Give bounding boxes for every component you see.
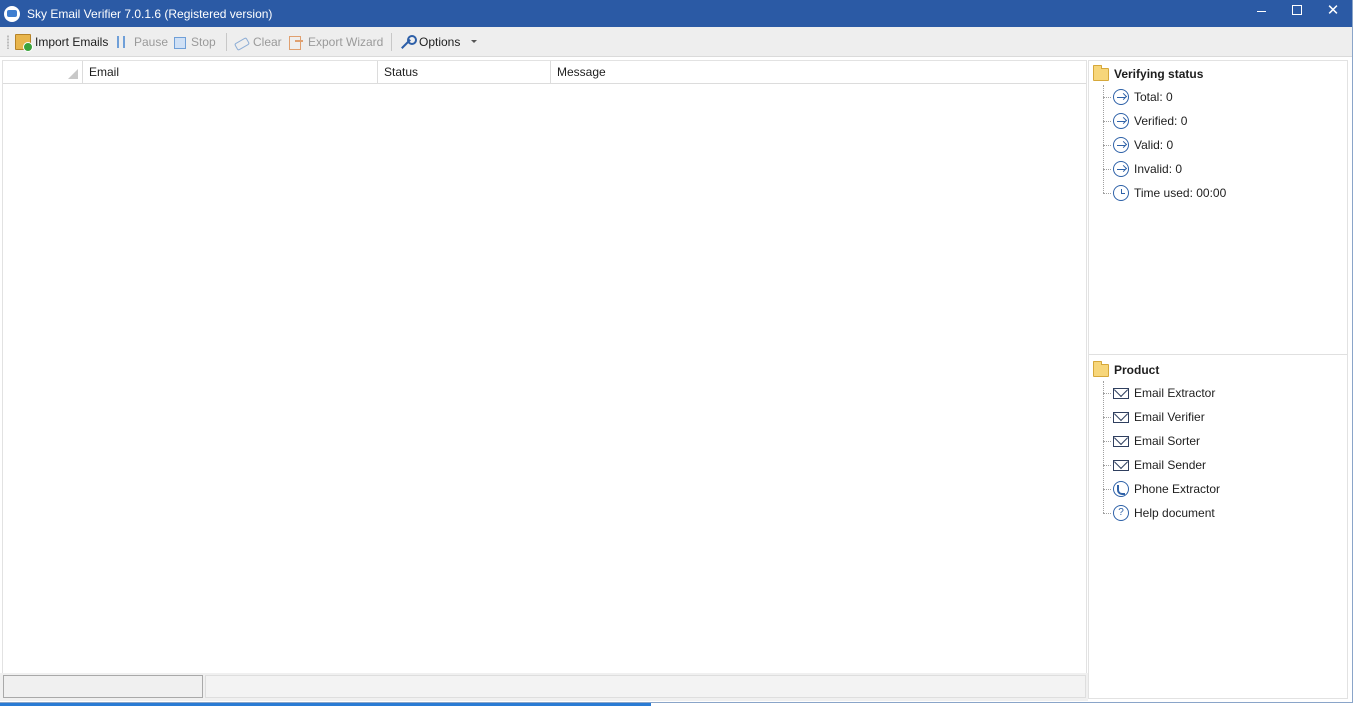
- column-header-message[interactable]: Message: [551, 61, 1086, 84]
- chevron-down-icon[interactable]: [471, 40, 477, 43]
- pause-button[interactable]: Pause: [114, 32, 168, 52]
- clear-button[interactable]: Clear: [233, 32, 282, 52]
- status-item-label: Invalid: 0: [1134, 162, 1183, 176]
- column-header-status[interactable]: Status: [378, 61, 551, 84]
- product-group: Product Email Extractor Email Verifier E…: [1089, 357, 1347, 698]
- toolbar-separator: [391, 33, 392, 51]
- import-emails-button[interactable]: Import Emails: [15, 32, 108, 52]
- minimize-button[interactable]: [1243, 0, 1279, 24]
- arrow-circle-icon: [1113, 89, 1129, 105]
- row-indicator-header[interactable]: [3, 61, 83, 84]
- verifying-status-header[interactable]: Verifying status: [1093, 64, 1204, 82]
- close-button[interactable]: ✕: [1315, 0, 1351, 24]
- mail-icon: [1113, 457, 1129, 473]
- verifying-status-group: Verifying status Total: 0 Verified: 0 Va…: [1089, 61, 1347, 355]
- export-wizard-button[interactable]: Export Wizard: [288, 32, 383, 52]
- status-item-time-used[interactable]: Time used: 00:00: [1103, 184, 1226, 202]
- arrow-circle-icon: [1113, 137, 1129, 153]
- product-item-email-sender[interactable]: Email Sender: [1103, 456, 1206, 474]
- mail-icon: [1113, 433, 1129, 449]
- status-progress-panel: [3, 675, 203, 698]
- folder-icon: [1093, 360, 1109, 377]
- app-logo-icon: [4, 6, 20, 22]
- toolbar: Import Emails Pause Stop Clear Export Wi…: [0, 27, 1352, 57]
- product-item-email-verifier[interactable]: Email Verifier: [1103, 408, 1205, 426]
- options-label: Options: [419, 35, 461, 49]
- product-item-label: Phone Extractor: [1134, 482, 1221, 496]
- product-item-label: Email Sorter: [1134, 434, 1201, 448]
- options-button[interactable]: Options: [399, 32, 460, 52]
- product-item-label: Email Extractor: [1134, 386, 1216, 400]
- status-item-valid[interactable]: Valid: 0: [1103, 136, 1173, 154]
- minimize-icon: [1256, 10, 1266, 12]
- folder-icon: [1093, 64, 1109, 81]
- phone-icon: [1113, 481, 1129, 497]
- product-title: Product: [1114, 363, 1160, 377]
- export-icon: [288, 34, 304, 50]
- product-item-label: Email Verifier: [1134, 410, 1205, 424]
- arrow-circle-icon: [1113, 113, 1129, 129]
- product-item-email-extractor[interactable]: Email Extractor: [1103, 384, 1215, 402]
- mail-icon: [1113, 385, 1129, 401]
- import-envelope-icon: [15, 34, 33, 52]
- stop-icon: [171, 34, 187, 50]
- toolbar-grip-handle[interactable]: [7, 35, 9, 49]
- maximize-icon: [1292, 5, 1302, 16]
- status-item-label: Time used: 00:00: [1134, 186, 1227, 200]
- grid-header: Email Status Message: [3, 61, 1086, 84]
- verifying-status-title: Verifying status: [1114, 67, 1204, 81]
- product-item-phone-extractor[interactable]: Phone Extractor: [1103, 480, 1220, 498]
- email-grid[interactable]: Email Status Message: [2, 60, 1087, 674]
- app-window: Sky Email Verifier 7.0.1.6 (Registered v…: [0, 0, 1353, 703]
- product-item-label: Help document: [1134, 506, 1215, 520]
- eraser-icon: [233, 34, 249, 50]
- product-header[interactable]: Product: [1093, 360, 1160, 378]
- toolbar-separator: [226, 33, 227, 51]
- product-item-label: Email Sender: [1134, 458, 1207, 472]
- clock-icon: [1113, 185, 1129, 201]
- side-panel: Verifying status Total: 0 Verified: 0 Va…: [1088, 60, 1348, 699]
- status-item-total[interactable]: Total: 0: [1103, 88, 1173, 106]
- import-emails-label: Import Emails: [35, 35, 109, 49]
- pause-label: Pause: [134, 35, 169, 49]
- arrow-circle-icon: [1113, 161, 1129, 177]
- maximize-button[interactable]: [1279, 0, 1315, 24]
- mail-icon: [1113, 409, 1129, 425]
- pause-icon: [114, 34, 130, 50]
- window-title: Sky Email Verifier 7.0.1.6 (Registered v…: [27, 7, 273, 21]
- product-item-email-sorter[interactable]: Email Sorter: [1103, 432, 1200, 450]
- title-bar[interactable]: Sky Email Verifier 7.0.1.6 (Registered v…: [0, 0, 1352, 27]
- status-item-invalid[interactable]: Invalid: 0: [1103, 160, 1182, 178]
- status-message-panel: [205, 675, 1086, 698]
- stop-label: Stop: [191, 35, 216, 49]
- stop-button[interactable]: Stop: [171, 32, 216, 52]
- status-item-label: Valid: 0: [1134, 138, 1174, 152]
- clear-label: Clear: [253, 35, 282, 49]
- product-item-help-document[interactable]: ? Help document: [1103, 504, 1215, 522]
- help-icon: ?: [1113, 505, 1129, 521]
- status-bar: [0, 673, 1088, 701]
- column-header-email[interactable]: Email: [83, 61, 378, 84]
- wrench-icon: [399, 34, 417, 50]
- status-item-label: Total: 0: [1134, 90, 1173, 104]
- export-wizard-label: Export Wizard: [308, 35, 384, 49]
- status-item-verified[interactable]: Verified: 0: [1103, 112, 1187, 130]
- status-item-label: Verified: 0: [1134, 114, 1188, 128]
